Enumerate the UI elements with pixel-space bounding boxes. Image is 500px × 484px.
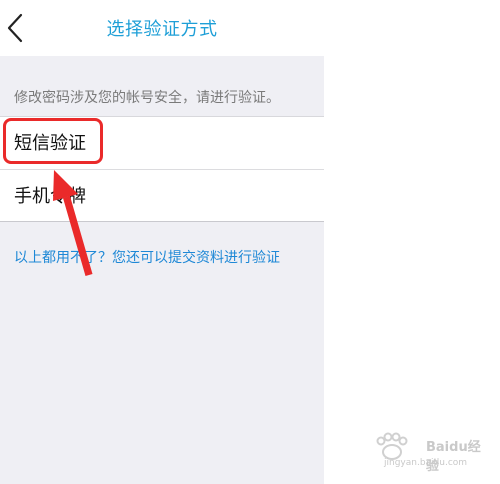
baidu-jingyan-watermark: Baidu经验 jingyan.baidu.com bbox=[362, 426, 492, 476]
watermark-url: jingyan.baidu.com bbox=[384, 458, 468, 468]
arrow-annotation-icon bbox=[53, 170, 93, 276]
watermark-name: Baidu经验 bbox=[426, 440, 481, 474]
